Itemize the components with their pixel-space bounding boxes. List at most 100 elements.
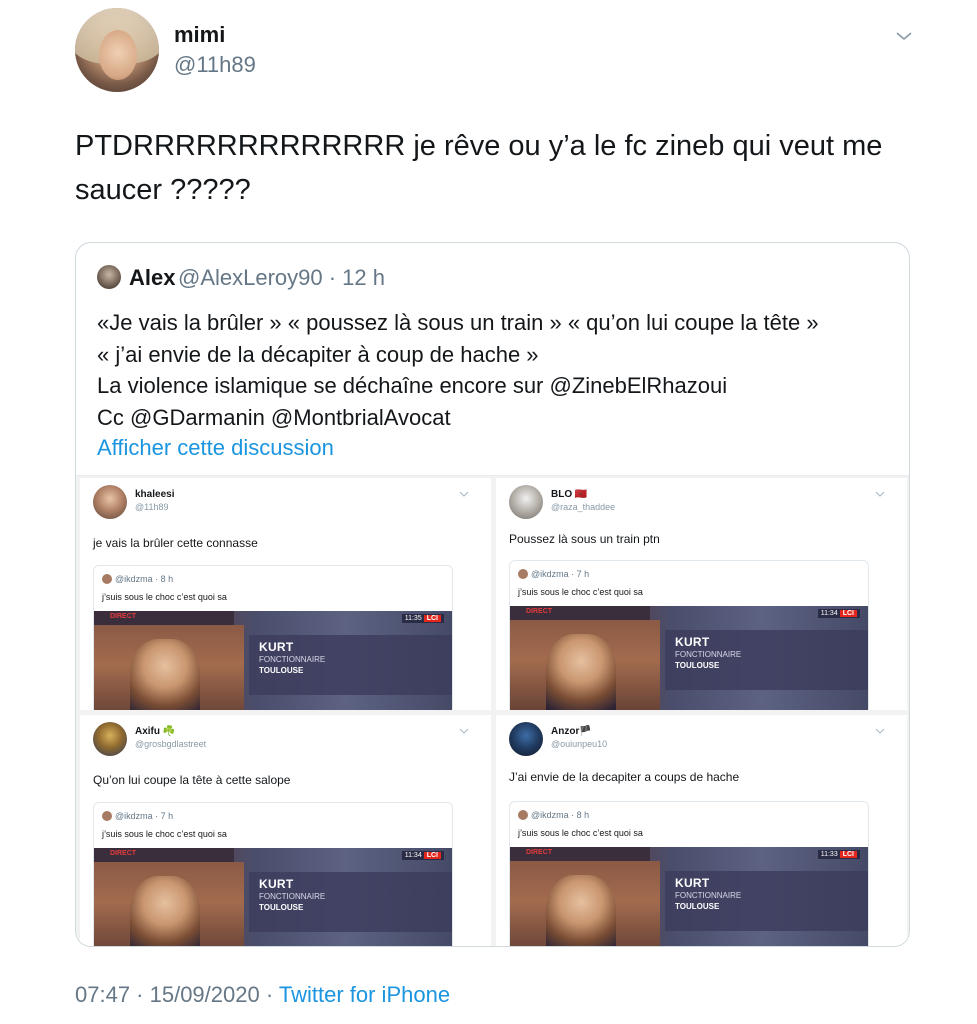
chevron-down-icon (875, 491, 885, 497)
panel-quote: @ikdzma · 8 h j’suis sous le choc c’est … (509, 801, 869, 946)
author-avatar[interactable] (75, 8, 159, 92)
quoted-text: «Je vais la brûler » « poussez là sous u… (97, 307, 897, 433)
panel-avatar (509, 722, 543, 756)
quoted-line: Cc @GDarmanin @MontbrialAvocat (97, 404, 451, 430)
panel-quote-text: j’suis sous le choc c’est quoi sa (518, 828, 643, 838)
chevron-down-icon (459, 491, 469, 497)
panel-name: BLO 🇲🇦 (551, 489, 588, 500)
panel-avatar (509, 485, 543, 519)
tv-frame: DIRECT 11:33 LCI KURT FONCTIONNAIRE TOULO… (510, 847, 868, 946)
tv-time-value: 11:34 (404, 852, 422, 859)
tv-direct-label: DIRECT (526, 849, 553, 856)
tv-lower-third: KURT FONCTIONNAIRE TOULOUSE (665, 630, 868, 690)
panel-handle: @ouiunpeu10 (551, 739, 608, 749)
mini-avatar (518, 810, 528, 820)
panel-handle: @raza_thaddee (551, 502, 616, 512)
tv-channel-logo: LCI (423, 615, 441, 622)
tv-lower-line3: TOULOUSE (259, 666, 304, 675)
tv-presenter (130, 639, 200, 710)
tv-direct-banner: DIRECT (510, 606, 650, 620)
panel-handle: @11h89 (135, 502, 169, 512)
tv-lower-line2: FONCTIONNAIRE (675, 650, 742, 659)
quoted-line: «Je vais la brûler » « poussez là sous u… (97, 310, 819, 335)
panel-quote-text: j’suis sous le choc c’est quoi sa (102, 592, 227, 602)
mini-avatar (102, 811, 112, 821)
tv-presenter (130, 876, 200, 946)
tv-frame: DIRECT 11:34 LCI KURT FONCTIONNAIRE TOULO… (94, 848, 452, 946)
quoted-avatar (97, 265, 121, 289)
mini-avatar (102, 574, 112, 584)
tweet-timestamp[interactable]: 07:47 · 15/09/2020 · (75, 982, 273, 1007)
tv-lower-line3: TOULOUSE (675, 902, 720, 911)
tv-lower-line1: KURT (675, 876, 710, 890)
chevron-down-icon[interactable] (894, 26, 914, 46)
tweet-source-link[interactable]: Twitter for iPhone (279, 982, 450, 1007)
tv-time: 11:33 LCI (817, 850, 860, 859)
quoted-author-name: Alex (129, 265, 176, 290)
author-handle[interactable]: @11h89 (174, 52, 256, 78)
panel-quote-text: j’suis sous le choc c’est quoi sa (518, 587, 643, 597)
tv-lower-line2: FONCTIONNAIRE (675, 891, 742, 900)
tv-presenter (546, 875, 616, 946)
panel-text: je vais la brûler cette connasse (93, 536, 258, 550)
chevron-down-icon (459, 728, 469, 734)
panel-text: J’ai envie de la decapiter a coups de ha… (509, 770, 740, 784)
tv-lower-line2: FONCTIONNAIRE (259, 655, 326, 664)
tv-channel-logo: LCI (423, 852, 441, 859)
tv-lower-third: KURT FONCTIONNAIRE TOULOUSE (249, 872, 452, 932)
panel-quote-meta: @ikdzma · 8 h (115, 574, 174, 584)
show-thread-link[interactable]: Afficher cette discussion (97, 435, 334, 461)
panel-name: Anzor🏴 (551, 726, 592, 737)
screenshot-panel: BLO 🇲🇦 @raza_thaddee Poussez là sous un … (496, 478, 907, 710)
tv-direct-label: DIRECT (110, 850, 137, 857)
mini-avatar (518, 569, 528, 579)
tv-lower-line3: TOULOUSE (675, 661, 720, 670)
tv-direct-label: DIRECT (526, 608, 553, 615)
tv-channel-logo: LCI (839, 610, 857, 617)
tv-lower-line1: KURT (675, 635, 710, 649)
tv-lower-line1: KURT (259, 877, 294, 891)
screenshot-panel: Anzor🏴 @ouiunpeu10 J’ai envie de la deca… (496, 715, 907, 946)
panel-quote-meta: @ikdzma · 8 h (531, 810, 590, 820)
tv-frame: DIRECT 11:34 LCI KURT FONCTIONNAIRE TOULO… (510, 606, 868, 710)
tv-channel-logo: LCI (839, 851, 857, 858)
tv-time: 11:34 LCI (401, 851, 444, 860)
panel-quote-head: @ikdzma · 7 h (518, 569, 589, 579)
tv-lower-line3: TOULOUSE (259, 903, 304, 912)
author-name[interactable]: mimi (174, 22, 225, 48)
panel-quote-head: @ikdzma · 8 h (102, 574, 173, 584)
tv-presenter (546, 634, 616, 710)
quoted-tweet[interactable]: Alex @AlexLeroy90 · 12 h «Je vais la brû… (75, 242, 910, 947)
tv-lower-third: KURT FONCTIONNAIRE TOULOUSE (249, 635, 452, 695)
panel-text: Poussez là sous un train ptn (509, 532, 660, 546)
screenshot-panel: khaleesi @11h89 je vais la brûler cette … (80, 478, 491, 710)
panel-handle: @grosbgdlastreet (135, 739, 207, 749)
panel-name: khaleesi (135, 489, 175, 500)
panel-quote-meta: @ikdzma · 7 h (531, 569, 590, 579)
tweet-text: PTDRRRRRRRRRRRRR je rêve ou y’a le fc zi… (75, 130, 883, 206)
panel-quote: @ikdzma · 7 h j’suis sous le choc c’est … (509, 560, 869, 710)
tv-time-value: 11:33 (820, 851, 838, 858)
tv-direct-label: DIRECT (110, 613, 137, 620)
tv-direct-banner: DIRECT (94, 611, 234, 625)
tv-lower-third: KURT FONCTIONNAIRE TOULOUSE (665, 871, 868, 931)
quoted-author-meta: @AlexLeroy90 · 12 h (178, 265, 386, 290)
panel-quote: @ikdzma · 7 h j’suis sous le choc c’est … (93, 802, 453, 946)
tweet-footer: 07:47 · 15/09/2020 · Twitter for iPhone (75, 982, 450, 1008)
panel-text: Qu’on lui coupe la tête à cette salope (93, 773, 291, 787)
tv-time: 11:35 LCI (401, 614, 444, 623)
panel-name: Axifu ☘️ (135, 726, 176, 737)
tv-direct-banner: DIRECT (510, 847, 650, 861)
panel-quote-head: @ikdzma · 8 h (518, 810, 589, 820)
panel-quote-text: j’suis sous le choc c’est quoi sa (102, 829, 227, 839)
screenshot-panel: Axifu ☘️ @grosbgdlastreet Qu’on lui coup… (80, 715, 491, 946)
avatar-face (99, 30, 137, 80)
panel-quote-head: @ikdzma · 7 h (102, 811, 173, 821)
quoted-line: « j’ai envie de la décapiter à coup de h… (97, 341, 539, 367)
chevron-down-icon (875, 728, 885, 734)
tv-time-value: 11:35 (404, 615, 422, 622)
tv-time-value: 11:34 (820, 610, 838, 617)
tv-direct-banner: DIRECT (94, 848, 234, 862)
quoted-image-grid[interactable]: khaleesi @11h89 je vais la brûler cette … (76, 475, 909, 946)
tv-lower-line2: FONCTIONNAIRE (259, 892, 326, 901)
